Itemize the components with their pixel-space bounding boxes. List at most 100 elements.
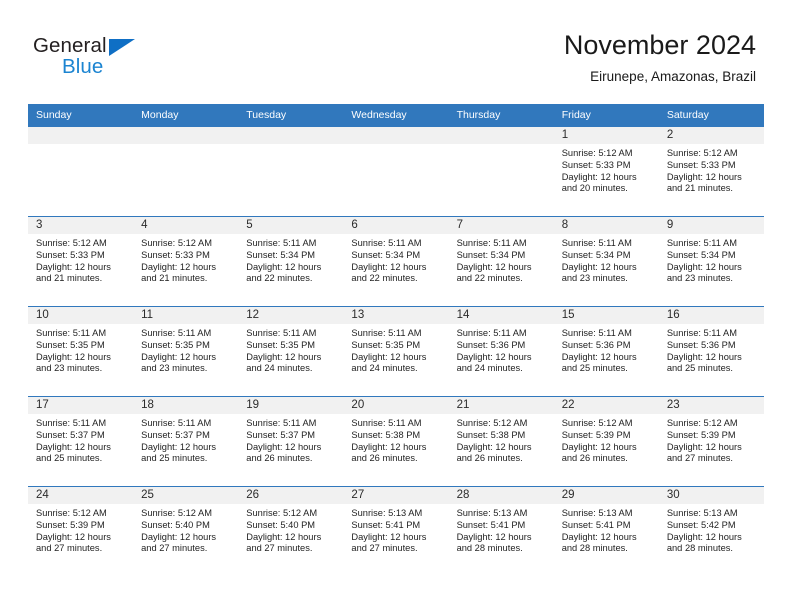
day-cell-inner: 23 Sunrise: 5:12 AM Sunset: 5:39 PM Dayligh… — [658, 397, 764, 486]
calendar-day-cell[interactable]: 15 Sunrise: 5:11 AM Sunset: 5:36 PM Dayligh… — [553, 306, 659, 397]
daylight-line-1: Daylight: 12 hours — [246, 531, 322, 542]
daylight-line-1: Daylight: 12 hours — [561, 351, 637, 362]
sunset-time: Sunset: 5:42 PM — [666, 519, 736, 530]
day-cell-inner: 15 Sunrise: 5:11 AM Sunset: 5:36 PM Dayligh… — [553, 307, 659, 396]
calendar-day-cell[interactable]: 30 Sunrise: 5:13 AM Sunset: 5:42 PM Dayligh… — [658, 486, 764, 576]
daylight-line-1: Daylight: 12 hours — [351, 441, 427, 452]
sunrise-time: Sunrise: 5:12 AM — [561, 148, 633, 158]
sunset-time: Sunset: 5:34 PM — [351, 249, 421, 260]
day-details: Sunrise: 5:11 AM Sunset: 5:35 PM Daylight:… — [28, 324, 133, 375]
day-number — [238, 127, 344, 144]
sunset-time: Sunset: 5:38 PM — [351, 429, 421, 440]
day-number: 10 — [28, 307, 134, 324]
calendar-day-cell[interactable]: 10 Sunrise: 5:11 AM Sunset: 5:35 PM Dayligh… — [28, 306, 134, 397]
weekday-header-row: Sunday Monday Tuesday Wednesday Thursday Frid… — [28, 104, 764, 127]
daylight-line-2: and 26 minutes. — [561, 453, 628, 464]
daylight-line-2: and 27 minutes. — [666, 453, 733, 464]
calendar-day-cell[interactable]: 2 Sunrise: 5:12 AM Sunset: 5:33 PM Daylight… — [658, 127, 764, 217]
calendar-day-cell[interactable]: 7 Sunrise: 5:11 AM Sunset: 5:34 PM Daylight… — [448, 216, 554, 307]
calendar-day-cell[interactable]: 1 Sunrise: 5:12 AM Sunset: 5:33 PM Daylight… — [553, 127, 659, 217]
calendar-day-cell[interactable]: 14 Sunrise: 5:11 AM Sunset: 5:36 PM Dayligh… — [448, 306, 554, 397]
day-details: Sunrise: 5:12 AM Sunset: 5:33 PM Daylight:… — [133, 234, 238, 285]
sunset-time: Sunset: 5:33 PM — [141, 249, 210, 260]
day-cell-inner: 25 Sunrise: 5:12 AM Sunset: 5:40 PM Dayligh… — [133, 487, 239, 576]
daylight-line-1: Daylight: 12 hours — [666, 351, 742, 362]
day-cell-inner: 5 Sunrise: 5:11 AM Sunset: 5:34 PM Daylight… — [238, 217, 344, 306]
triangle-icon — [109, 39, 135, 56]
day-cell-inner — [28, 127, 134, 216]
daylight-line-1: Daylight: 12 hours — [141, 531, 217, 542]
daylight-line-2: and 26 minutes. — [351, 453, 418, 464]
day-cell-inner: 17 Sunrise: 5:11 AM Sunset: 5:37 PM Dayligh… — [28, 397, 134, 486]
sunrise-time: Sunrise: 5:12 AM — [246, 508, 318, 518]
calendar-day-cell[interactable]: 18 Sunrise: 5:11 AM Sunset: 5:37 PM Dayligh… — [133, 396, 239, 487]
calendar-day-cell[interactable]: 29 Sunrise: 5:13 AM Sunset: 5:41 PM Dayligh… — [553, 486, 659, 576]
sunset-time: Sunset: 5:33 PM — [36, 249, 105, 260]
daylight-line-2: and 27 minutes. — [351, 543, 418, 554]
calendar-day-cell[interactable]: 17 Sunrise: 5:11 AM Sunset: 5:37 PM Dayligh… — [28, 396, 134, 487]
daylight-line-2: and 25 minutes. — [36, 453, 103, 464]
calendar-day-cell[interactable]: 21 Sunrise: 5:12 AM Sunset: 5:38 PM Dayligh… — [448, 396, 554, 487]
daylight-line-2: and 27 minutes. — [141, 543, 208, 554]
daylight-line-1: Daylight: 12 hours — [456, 261, 532, 272]
calendar-day-cell[interactable]: 12 Sunrise: 5:11 AM Sunset: 5:35 PM Dayligh… — [238, 306, 344, 397]
daylight-line-1: Daylight: 12 hours — [561, 441, 637, 452]
general-blue-logo[interactable]: General Blue — [33, 34, 163, 82]
sunrise-time: Sunrise: 5:11 AM — [246, 418, 317, 428]
day-details — [449, 144, 554, 148]
calendar-day-cell[interactable]: 5 Sunrise: 5:11 AM Sunset: 5:34 PM Daylight… — [238, 216, 344, 307]
day-cell-inner: 8 Sunrise: 5:11 AM Sunset: 5:34 PM Daylight… — [553, 217, 659, 306]
sunrise-time: Sunrise: 5:12 AM — [36, 238, 107, 248]
daylight-line-2: and 26 minutes. — [246, 453, 313, 464]
day-cell-inner: 28 Sunrise: 5:13 AM Sunset: 5:41 PM Dayligh… — [448, 487, 554, 576]
calendar-cell-empty — [28, 127, 134, 217]
day-cell-inner: 12 Sunrise: 5:11 AM Sunset: 5:35 PM Dayligh… — [238, 307, 344, 396]
calendar-day-cell[interactable]: 22 Sunrise: 5:12 AM Sunset: 5:39 PM Dayligh… — [553, 396, 659, 487]
day-number: 23 — [658, 397, 764, 414]
calendar-day-cell[interactable]: 6 Sunrise: 5:11 AM Sunset: 5:34 PM Daylight… — [343, 216, 449, 307]
calendar-day-cell[interactable]: 13 Sunrise: 5:11 AM Sunset: 5:35 PM Dayligh… — [343, 306, 449, 397]
calendar-day-cell[interactable]: 3 Sunrise: 5:12 AM Sunset: 5:33 PM Daylight… — [28, 216, 134, 307]
weekday-header-tuesday: Tuesday — [238, 104, 344, 127]
sunrise-time: Sunrise: 5:11 AM — [351, 328, 422, 338]
calendar-day-cell[interactable]: 9 Sunrise: 5:11 AM Sunset: 5:34 PM Daylight… — [658, 216, 764, 307]
daylight-line-2: and 28 minutes. — [666, 543, 733, 554]
day-number: 14 — [448, 307, 554, 324]
day-cell-inner: 1 Sunrise: 5:12 AM Sunset: 5:33 PM Daylight… — [553, 127, 659, 216]
sunset-time: Sunset: 5:39 PM — [36, 519, 105, 530]
calendar-cell-empty — [448, 127, 554, 217]
calendar-day-cell[interactable]: 16 Sunrise: 5:11 AM Sunset: 5:36 PM Dayligh… — [658, 306, 764, 397]
calendar-day-cell[interactable]: 11 Sunrise: 5:11 AM Sunset: 5:35 PM Dayligh… — [133, 306, 239, 397]
day-cell-inner: 29 Sunrise: 5:13 AM Sunset: 5:41 PM Dayligh… — [553, 487, 659, 576]
sunrise-time: Sunrise: 5:11 AM — [666, 238, 737, 248]
calendar-day-cell[interactable]: 26 Sunrise: 5:12 AM Sunset: 5:40 PM Dayligh… — [238, 486, 344, 576]
calendar-day-cell[interactable]: 24 Sunrise: 5:12 AM Sunset: 5:39 PM Dayligh… — [28, 486, 134, 576]
sunset-time: Sunset: 5:36 PM — [666, 339, 736, 350]
calendar-day-cell[interactable]: 23 Sunrise: 5:12 AM Sunset: 5:39 PM Dayligh… — [658, 396, 764, 487]
calendar-week-row: 17 Sunrise: 5:11 AM Sunset: 5:37 PM Dayligh… — [28, 396, 764, 487]
day-number: 11 — [133, 307, 239, 324]
sunset-time: Sunset: 5:35 PM — [36, 339, 105, 350]
daylight-line-2: and 23 minutes. — [36, 363, 103, 374]
daylight-line-2: and 20 minutes. — [561, 183, 628, 194]
day-number: 29 — [553, 487, 659, 504]
calendar-day-cell[interactable]: 25 Sunrise: 5:12 AM Sunset: 5:40 PM Dayligh… — [133, 486, 239, 576]
sunrise-time: Sunrise: 5:13 AM — [561, 508, 633, 518]
day-number — [133, 127, 239, 144]
daylight-line-2: and 24 minutes. — [456, 363, 523, 374]
sunrise-time: Sunrise: 5:12 AM — [141, 238, 212, 248]
calendar-day-cell[interactable]: 8 Sunrise: 5:11 AM Sunset: 5:34 PM Daylight… — [553, 216, 659, 307]
sunrise-time: Sunrise: 5:12 AM — [36, 508, 107, 518]
day-number: 17 — [28, 397, 134, 414]
daylight-line-2: and 26 minutes. — [456, 453, 523, 464]
calendar-day-cell[interactable]: 4 Sunrise: 5:12 AM Sunset: 5:33 PM Daylight… — [133, 216, 239, 307]
calendar-day-cell[interactable]: 27 Sunrise: 5:13 AM Sunset: 5:41 PM Dayligh… — [343, 486, 449, 576]
day-details: Sunrise: 5:13 AM Sunset: 5:41 PM Daylight:… — [343, 504, 448, 555]
daylight-line-2: and 27 minutes. — [246, 543, 313, 554]
sunset-time: Sunset: 5:40 PM — [141, 519, 210, 530]
calendar-day-cell[interactable]: 28 Sunrise: 5:13 AM Sunset: 5:41 PM Dayligh… — [448, 486, 554, 576]
calendar-day-cell[interactable]: 20 Sunrise: 5:11 AM Sunset: 5:38 PM Dayligh… — [343, 396, 449, 487]
day-cell-inner — [448, 127, 554, 216]
calendar-day-cell[interactable]: 19 Sunrise: 5:11 AM Sunset: 5:37 PM Dayligh… — [238, 396, 344, 487]
page-header: General Blue November 2024 Eirunepe, Ama… — [0, 0, 792, 100]
